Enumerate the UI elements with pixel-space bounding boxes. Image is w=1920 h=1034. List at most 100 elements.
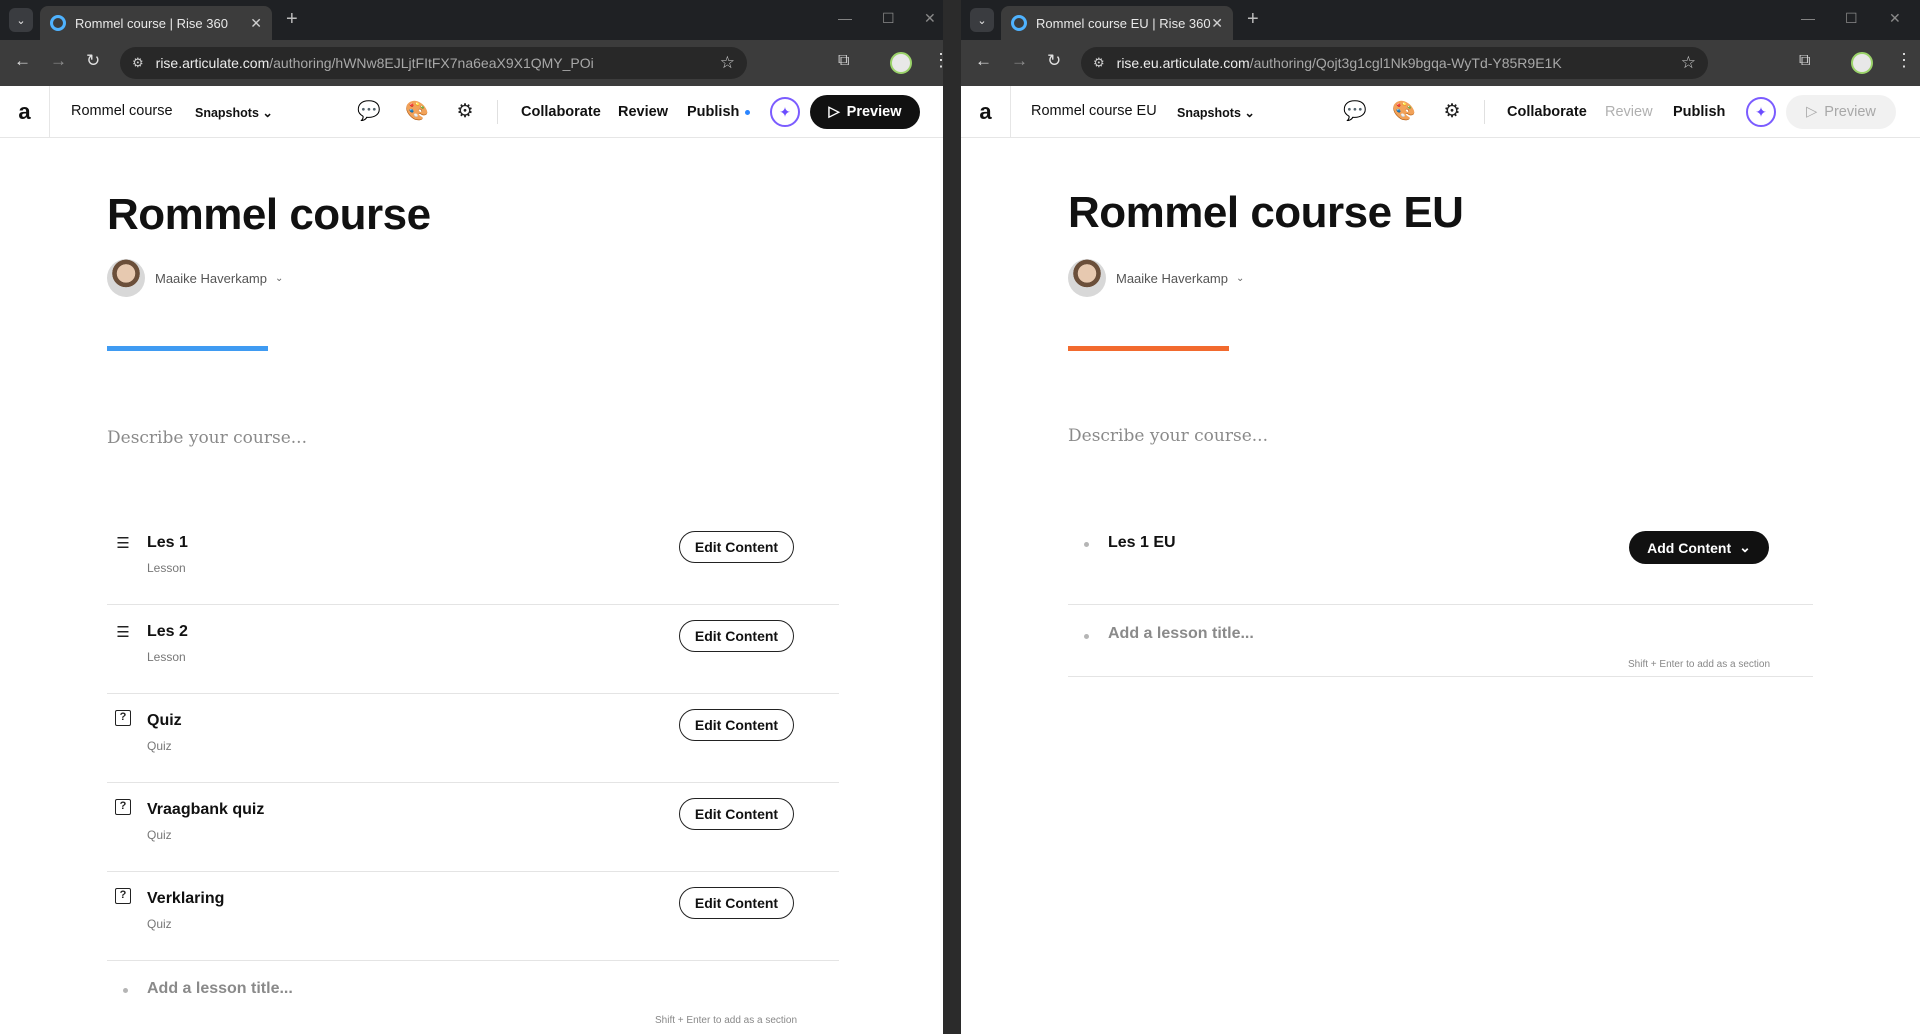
- ai-assistant-icon[interactable]: ✦: [770, 97, 800, 127]
- edit-content-button[interactable]: Edit Content: [679, 620, 794, 652]
- course-editor: Rommel course EU Maaike Haverkamp ⌄ Desc…: [961, 138, 1920, 1034]
- add-lesson-input[interactable]: Add a lesson title...: [147, 980, 293, 998]
- app-header: a Rommel course Snapshots ⌄ 💬 🎨 ⚙ Collab…: [0, 86, 943, 138]
- author-avatar: [1068, 259, 1106, 297]
- browser-window-left: ⌄ Rommel course | Rise 360 ✕ + — ☐ ✕ ← →…: [0, 0, 943, 1034]
- author-name: Maaike Haverkamp: [1116, 270, 1228, 286]
- back-icon[interactable]: ←: [975, 51, 992, 71]
- close-tab-icon[interactable]: ✕: [1211, 15, 1223, 32]
- reload-icon[interactable]: ↻: [1047, 51, 1061, 71]
- url-host: rise.articulate.com: [155, 55, 270, 71]
- snapshots-menu[interactable]: Snapshots ⌄: [1177, 105, 1255, 120]
- extensions-icon[interactable]: ⧉: [1799, 52, 1810, 70]
- author-selector[interactable]: Maaike Haverkamp ⌄: [1068, 259, 1244, 297]
- add-lesson-bullet: [1084, 634, 1089, 639]
- lesson-title[interactable]: Les 1: [147, 534, 188, 552]
- lesson-title[interactable]: Quiz: [147, 712, 182, 730]
- extensions-icon[interactable]: ⧉: [838, 52, 849, 70]
- publish-label: Publish: [687, 104, 740, 120]
- forward-icon[interactable]: →: [50, 51, 67, 71]
- maximize-icon[interactable]: ☐: [882, 10, 895, 27]
- toolbar: ← → ↻ ⚙ rise.eu.articulate.com /authorin…: [961, 40, 1920, 86]
- address-bar[interactable]: ⚙ rise.eu.articulate.com /authoring/Qojt…: [1081, 47, 1708, 79]
- review-link[interactable]: Review: [1605, 104, 1653, 120]
- bookmark-star-icon[interactable]: ☆: [720, 53, 735, 73]
- header-divider: [1484, 100, 1485, 124]
- preview-button[interactable]: ▷ Preview: [1786, 95, 1896, 129]
- settings-gear-icon[interactable]: ⚙: [1441, 100, 1463, 122]
- lines-icon: ☰: [116, 624, 130, 641]
- close-window-icon[interactable]: ✕: [924, 10, 936, 27]
- comments-icon[interactable]: 💬: [1343, 100, 1367, 122]
- add-content-button[interactable]: Add Content ⌄: [1629, 531, 1769, 564]
- accent-bar: [1068, 346, 1229, 351]
- menu-kebab-icon[interactable]: ⋮: [1895, 50, 1913, 71]
- edit-content-button[interactable]: Edit Content: [679, 887, 794, 919]
- course-title[interactable]: Rommel course EU: [1068, 188, 1464, 238]
- add-lesson-input[interactable]: Add a lesson title...: [1108, 625, 1254, 643]
- lesson-row[interactable]: ☰ Les 2 Lesson Edit Content: [107, 605, 839, 694]
- lesson-title[interactable]: Verklaring: [147, 890, 224, 908]
- lesson-row[interactable]: Les 1 EU Add Content ⌄: [1068, 516, 1813, 605]
- author-selector[interactable]: Maaike Haverkamp ⌄: [107, 259, 283, 297]
- title-bar: ⌄ Rommel course EU | Rise 360 ✕ + — ☐ ✕: [961, 0, 1920, 40]
- row-divider: [1068, 676, 1813, 677]
- chevron-down-icon: ⌄: [1236, 272, 1245, 284]
- ai-assistant-icon[interactable]: ✦: [1746, 97, 1776, 127]
- browser-tab[interactable]: Rommel course | Rise 360 ✕: [40, 6, 272, 40]
- address-bar[interactable]: ⚙ rise.articulate.com /authoring/hWNw8EJ…: [120, 47, 747, 79]
- close-tab-icon[interactable]: ✕: [250, 15, 262, 32]
- browser-window-right: ⌄ Rommel course EU | Rise 360 ✕ + — ☐ ✕ …: [961, 0, 1920, 1034]
- course-description-input[interactable]: Describe your course...: [1068, 426, 1268, 446]
- site-info-icon[interactable]: ⚙: [1093, 55, 1105, 71]
- lesson-title[interactable]: Vraagbank quiz: [147, 801, 264, 819]
- lesson-type: Quiz: [147, 739, 172, 753]
- edit-content-button[interactable]: Edit Content: [679, 531, 794, 563]
- settings-gear-icon[interactable]: ⚙: [454, 100, 476, 122]
- maximize-icon[interactable]: ☐: [1845, 10, 1858, 27]
- tab-search-button[interactable]: ⌄: [970, 8, 994, 32]
- preview-button[interactable]: ▷ Preview: [810, 95, 920, 129]
- lesson-row[interactable]: ☰ Les 1 Lesson Edit Content: [107, 516, 839, 605]
- new-tab-button[interactable]: +: [1247, 8, 1259, 30]
- tab-search-button[interactable]: ⌄: [9, 8, 33, 32]
- course-title[interactable]: Rommel course: [107, 190, 431, 240]
- theme-palette-icon[interactable]: 🎨: [405, 100, 429, 122]
- menu-kebab-icon[interactable]: ⋮: [932, 50, 943, 71]
- course-description-input[interactable]: Describe your course...: [107, 428, 307, 448]
- articulate-logo-icon[interactable]: a: [961, 86, 1011, 138]
- lesson-title[interactable]: Les 2: [147, 623, 188, 641]
- header-course-title[interactable]: Rommel course EU: [1031, 103, 1157, 119]
- lesson-row[interactable]: ? Verklaring Quiz Edit Content: [107, 872, 839, 961]
- back-icon[interactable]: ←: [14, 51, 31, 71]
- new-tab-button[interactable]: +: [286, 8, 298, 30]
- header-divider: [497, 100, 498, 124]
- rise-favicon-icon: [1011, 15, 1027, 31]
- minimize-icon[interactable]: —: [838, 10, 852, 26]
- minimize-icon[interactable]: —: [1801, 10, 1815, 26]
- collaborate-link[interactable]: Collaborate: [521, 104, 601, 120]
- publish-link[interactable]: Publish: [687, 104, 751, 120]
- collaborate-link[interactable]: Collaborate: [1507, 104, 1587, 120]
- profile-avatar[interactable]: [1851, 52, 1873, 74]
- publish-status-dot: [745, 109, 751, 115]
- reload-icon[interactable]: ↻: [86, 51, 100, 71]
- edit-content-button[interactable]: Edit Content: [679, 709, 794, 741]
- profile-avatar[interactable]: [890, 52, 912, 74]
- articulate-logo-icon[interactable]: a: [0, 86, 50, 138]
- lesson-row[interactable]: ? Quiz Quiz Edit Content: [107, 694, 839, 783]
- lesson-row[interactable]: ? Vraagbank quiz Quiz Edit Content: [107, 783, 839, 872]
- bookmark-star-icon[interactable]: ☆: [1681, 53, 1696, 73]
- comments-icon[interactable]: 💬: [357, 100, 381, 122]
- site-info-icon[interactable]: ⚙: [132, 55, 144, 71]
- review-link[interactable]: Review: [618, 104, 668, 120]
- theme-palette-icon[interactable]: 🎨: [1392, 100, 1416, 122]
- forward-icon[interactable]: →: [1011, 51, 1028, 71]
- edit-content-button[interactable]: Edit Content: [679, 798, 794, 830]
- header-course-title[interactable]: Rommel course: [71, 103, 173, 119]
- close-window-icon[interactable]: ✕: [1889, 10, 1901, 27]
- browser-tab[interactable]: Rommel course EU | Rise 360 ✕: [1001, 6, 1233, 40]
- snapshots-menu[interactable]: Snapshots ⌄: [195, 105, 273, 120]
- publish-link[interactable]: Publish: [1673, 104, 1725, 120]
- lesson-title[interactable]: Les 1 EU: [1108, 534, 1176, 552]
